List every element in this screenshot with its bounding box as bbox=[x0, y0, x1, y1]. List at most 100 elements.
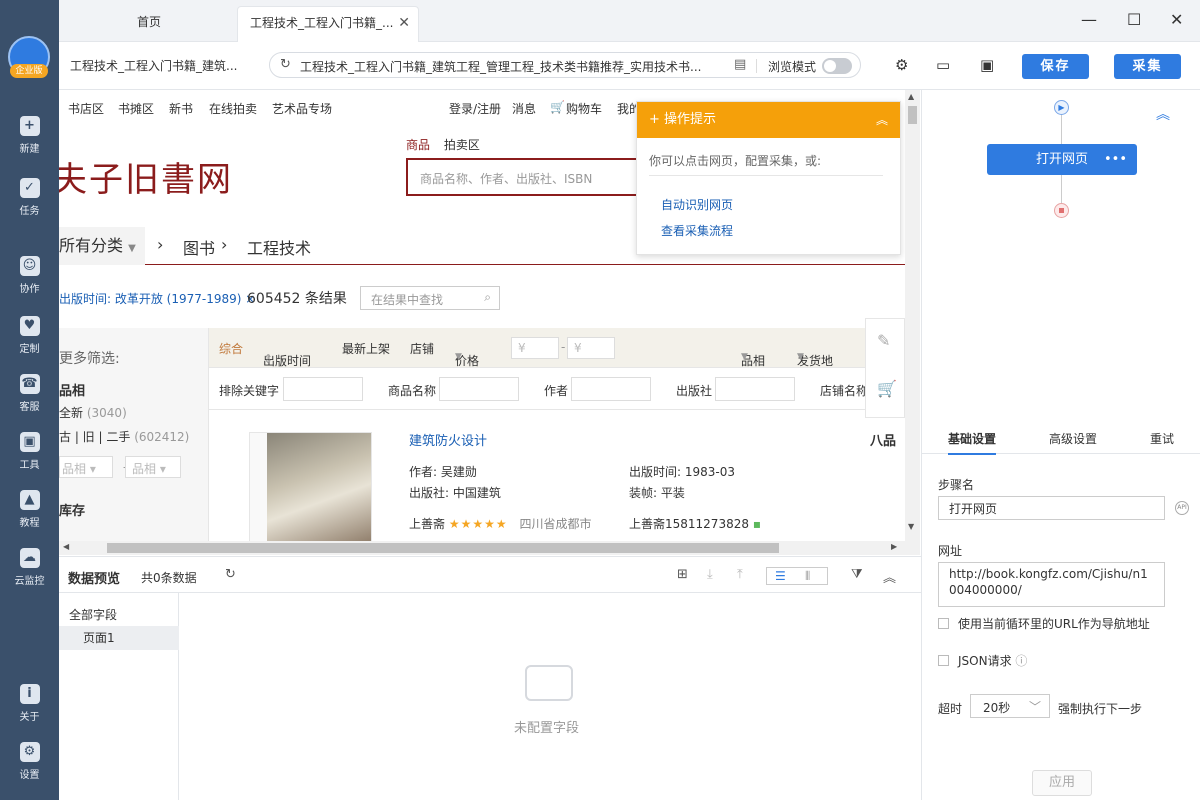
tab-retry[interactable]: 重试 bbox=[1150, 430, 1174, 447]
price-from-input[interactable]: ¥ bbox=[511, 337, 559, 359]
crumb-books[interactable]: 图书 bbox=[183, 235, 215, 259]
url-textarea[interactable]: http://book.kongfz.com/Cjishu/n100400000… bbox=[938, 562, 1165, 607]
sidebar-item-custom[interactable]: ♥ 定制 bbox=[0, 316, 59, 355]
scroll-left-icon[interactable]: ◀ bbox=[63, 542, 69, 551]
all-fields-node[interactable]: 全部字段 bbox=[69, 606, 117, 623]
filter-option-used[interactable]: 古 | 旧 | 二手 (602412) bbox=[59, 428, 189, 445]
auto-detect-link[interactable]: 自动识别网页 bbox=[661, 196, 733, 213]
nav-link[interactable]: 艺术品专场 bbox=[272, 100, 332, 117]
sidebar-item-tutorial[interactable]: ▲ 教程 bbox=[0, 490, 59, 529]
cart-icon[interactable]: 🛒 bbox=[550, 100, 565, 114]
refresh-icon[interactable]: ↻ bbox=[280, 57, 291, 72]
nav-link[interactable]: 书摊区 bbox=[118, 100, 154, 117]
search-tab-goods[interactable]: 商品 bbox=[406, 138, 430, 152]
view-flow-link[interactable]: 查看采集流程 bbox=[661, 222, 733, 239]
page-node[interactable]: 页面1 bbox=[59, 626, 179, 650]
filter-option-new[interactable]: 全新 (3040) bbox=[59, 404, 127, 421]
play-icon[interactable]: ▶ bbox=[1054, 100, 1069, 115]
url-text[interactable]: 工程技术_工程入门书籍_建筑工程_管理工程_技术类书籍推荐_实用技术书... bbox=[300, 58, 720, 75]
document-icon[interactable]: ▤ bbox=[734, 57, 746, 72]
author-input[interactable] bbox=[571, 377, 651, 401]
sidebar-item-new[interactable]: + 新建 bbox=[0, 116, 59, 155]
apply-button[interactable]: 应用 bbox=[1032, 770, 1092, 796]
scroll-thumb[interactable] bbox=[908, 106, 917, 124]
search-in-results-input[interactable]: 在结果中查找 ⌕ bbox=[360, 286, 500, 310]
sidebar-item-tasks[interactable]: ✓ 任务 bbox=[0, 178, 59, 217]
maximize-icon[interactable]: ☐ bbox=[1127, 10, 1141, 29]
add-field-icon[interactable]: ⊞ bbox=[677, 567, 688, 582]
api-icon[interactable]: API bbox=[1175, 501, 1189, 515]
sidebar-item-support[interactable]: ☎ 客服 bbox=[0, 374, 59, 413]
condition-select-to[interactable]: 品相 ▾ bbox=[125, 456, 181, 478]
close-tab-icon[interactable]: ✕ bbox=[398, 7, 410, 39]
messages-link[interactable]: 消息 bbox=[512, 100, 536, 117]
price-to-input[interactable]: ¥ bbox=[567, 337, 615, 359]
use-loop-url-checkbox[interactable] bbox=[938, 618, 949, 629]
scroll-thumb[interactable] bbox=[107, 543, 779, 553]
collect-button[interactable]: 采集 bbox=[1114, 54, 1181, 79]
layout-icon[interactable]: ▭ bbox=[936, 56, 950, 74]
shop-name[interactable]: 上善斋 bbox=[409, 517, 445, 531]
json-request-checkbox[interactable] bbox=[938, 655, 949, 666]
condition-select-from[interactable]: 品相 ▾ bbox=[59, 456, 113, 478]
filter-icon[interactable]: ⧩ bbox=[851, 567, 863, 582]
close-window-icon[interactable]: ✕ bbox=[1170, 10, 1183, 29]
horizontal-scrollbar[interactable]: ◀ ▶ bbox=[59, 541, 920, 555]
chat-icon[interactable]: ▪ bbox=[753, 517, 761, 531]
upload-icon[interactable]: ⤒ bbox=[737, 567, 743, 582]
product-title[interactable]: 建筑防火设计 bbox=[409, 430, 487, 449]
refresh-icon[interactable]: ↻ bbox=[225, 567, 236, 582]
tab-basic-settings[interactable]: 基础设置 bbox=[948, 430, 997, 455]
save-button[interactable]: 保存 bbox=[1022, 54, 1089, 79]
gear-icon[interactable]: ⚙ bbox=[895, 56, 908, 74]
cart-link[interactable]: 购物车 bbox=[566, 100, 602, 117]
scroll-right-icon[interactable]: ▶ bbox=[891, 542, 897, 551]
tab-advanced-settings[interactable]: 高级设置 bbox=[1049, 430, 1097, 447]
open-page-step[interactable]: 打开网页 ••• bbox=[987, 144, 1137, 175]
sidebar-item-tools[interactable]: ▣ 工具 bbox=[0, 432, 59, 471]
view-switch[interactable]: ☰ ⦀ bbox=[766, 567, 828, 585]
edit-icon[interactable]: ✎ bbox=[877, 331, 890, 350]
product-name-input[interactable] bbox=[439, 377, 519, 401]
collapse-icon[interactable]: ︽ bbox=[1156, 104, 1170, 124]
tab-current-page[interactable]: 工程技术_工程入门书籍_... ✕ bbox=[237, 6, 419, 42]
sort-shop[interactable]: 店铺 bbox=[410, 340, 434, 357]
sidebar-item-settings[interactable]: ⚙ 设置 bbox=[0, 742, 59, 781]
sidebar-item-cloud[interactable]: ☁ 云监控 bbox=[0, 548, 59, 587]
window-icon[interactable]: ▣ bbox=[980, 56, 994, 74]
login-link[interactable]: 登录/注册 bbox=[449, 100, 501, 117]
nav-link[interactable]: 书店区 bbox=[68, 100, 104, 117]
column-view-icon[interactable]: ⦀ bbox=[805, 569, 810, 584]
scroll-up-icon[interactable]: ▲ bbox=[908, 92, 914, 101]
exclude-keyword-input[interactable] bbox=[283, 377, 363, 401]
nav-link[interactable]: 在线拍卖 bbox=[209, 100, 257, 117]
timeout-select[interactable]: 20秒 ﹀ bbox=[970, 694, 1050, 718]
browse-mode-toggle[interactable] bbox=[822, 58, 852, 74]
sort-newest[interactable]: 最新上架 bbox=[342, 340, 390, 357]
url-bar[interactable]: ↻ 工程技术_工程入门书籍_建筑工程_管理工程_技术类书籍推荐_实用技术书...… bbox=[269, 52, 861, 78]
product-image[interactable] bbox=[249, 432, 372, 541]
sidebar-item-collab[interactable]: ☺ 协作 bbox=[0, 256, 59, 295]
more-icon[interactable]: ••• bbox=[1104, 144, 1127, 175]
cart-icon[interactable]: 🛒 bbox=[877, 379, 897, 398]
help-icon[interactable]: ⓘ bbox=[1015, 654, 1027, 668]
scroll-down-icon[interactable]: ▼ bbox=[908, 522, 914, 531]
minimize-icon[interactable]: — bbox=[1081, 10, 1097, 29]
search-input[interactable]: 商品名称、作者、出版社、ISBN bbox=[406, 158, 666, 196]
nav-link[interactable]: 新书 bbox=[169, 100, 193, 117]
collapse-icon[interactable]: ︽ bbox=[876, 102, 888, 138]
site-logo[interactable]: 夫子旧書网 bbox=[59, 152, 233, 201]
all-categories-dropdown[interactable]: 所有分类 ▼ bbox=[59, 227, 145, 265]
download-icon[interactable]: ⤓ bbox=[707, 567, 713, 582]
vertical-scrollbar[interactable]: ▲ ▼ bbox=[905, 90, 920, 541]
stop-icon[interactable] bbox=[1054, 203, 1069, 218]
publisher-input[interactable] bbox=[715, 377, 795, 401]
search-tab-auction[interactable]: 拍卖区 bbox=[444, 138, 480, 152]
tab-home[interactable]: 首页 bbox=[75, 6, 223, 42]
step-name-input[interactable]: 打开网页 bbox=[938, 496, 1165, 520]
sort-default[interactable]: 综合 bbox=[219, 340, 243, 357]
list-view-icon[interactable]: ☰ bbox=[775, 569, 786, 583]
collapse-icon[interactable]: ︽ bbox=[883, 567, 896, 586]
active-filter-chip[interactable]: 出版时间: 改革开放 (1977-1989) × bbox=[59, 290, 255, 307]
crumb-engineering[interactable]: 工程技术 bbox=[247, 235, 311, 259]
